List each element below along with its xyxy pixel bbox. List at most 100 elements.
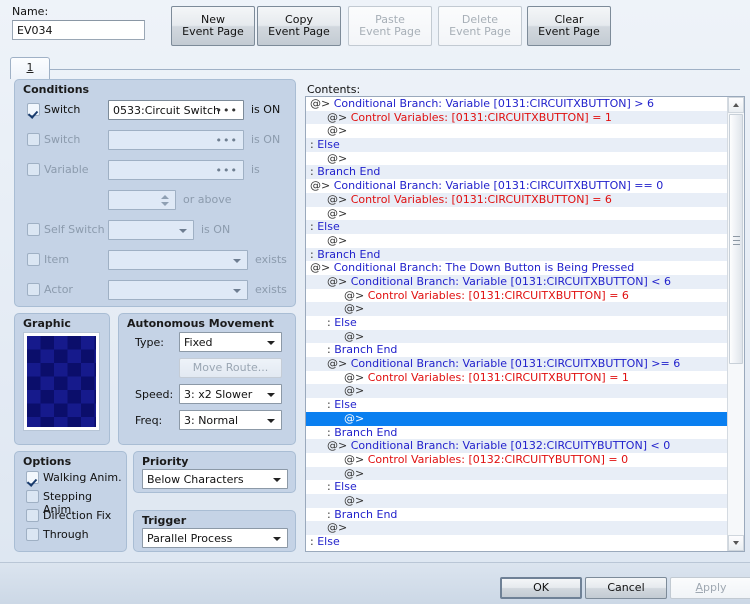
chevron-down-icon <box>233 259 241 263</box>
cancel-button[interactable]: Cancel <box>585 577 667 599</box>
condition-switch-0-label: Switch <box>44 103 81 116</box>
event-command-line[interactable]: @> <box>306 466 727 481</box>
command-marker-icon: @> <box>344 466 365 480</box>
apply-label-rest: pply <box>703 581 727 594</box>
tab-page-1[interactable]: 1 <box>10 57 50 79</box>
clear-event-page-button[interactable]: Clear Event Page <box>527 6 611 46</box>
event-name-input[interactable] <box>12 20 145 40</box>
option-through-checkbox[interactable] <box>26 528 39 541</box>
event-command-line[interactable]: : Else <box>306 398 727 412</box>
condition-variable-2-picker[interactable]: ••• <box>108 160 244 180</box>
event-command-line[interactable]: : Branch End <box>306 165 727 180</box>
event-command-line[interactable]: @> Control Variables: [0131:CIRCUITXBUTT… <box>306 371 727 385</box>
event-command-line[interactable]: @> Conditional Branch: Variable [0131:CI… <box>306 357 727 371</box>
condition-switch-0-checkbox[interactable] <box>27 103 40 116</box>
command-text: Branch End <box>317 247 381 261</box>
command-text: Control Variables: [0131:CIRCUITXBUTTON]… <box>367 370 629 384</box>
event-command-line[interactable]: @> <box>306 384 727 399</box>
event-command-line[interactable]: @> <box>306 152 727 166</box>
spinner-arrows-icon[interactable] <box>161 194 170 207</box>
graphic-title: Graphic <box>23 317 71 330</box>
command-text: Else <box>317 220 340 234</box>
event-command-line[interactable]: @> <box>306 521 727 535</box>
event-command-line[interactable]: @> <box>306 302 727 316</box>
event-command-line[interactable]: : Else <box>306 220 727 234</box>
contents-scrollbar[interactable] <box>727 97 744 551</box>
condition-variable-2-checkbox[interactable] <box>27 163 40 176</box>
event-command-rows: @> Conditional Branch: Variable [0131:CI… <box>306 97 727 549</box>
event-command-line[interactable]: : Else <box>306 535 727 549</box>
condition-self-switch-4-checkbox[interactable] <box>27 223 40 236</box>
condition-variable-value-spinner[interactable] <box>108 190 176 210</box>
event-command-line[interactable]: @> <box>306 124 727 138</box>
event-command-line[interactable]: @> Conditional Branch: Variable [0131:CI… <box>306 179 727 193</box>
condition-actor-6-checkbox[interactable] <box>27 283 40 296</box>
event-command-line[interactable]: @> Control Variables: [0131:CIRCUITXBUTT… <box>306 192 727 207</box>
priority-select[interactable]: Below Characters <box>142 469 288 489</box>
option-direction-fix-checkbox[interactable] <box>26 509 39 522</box>
event-command-line[interactable]: : Else <box>306 316 727 330</box>
new-event-page-button[interactable]: New Event Page <box>171 6 255 46</box>
event-command-line[interactable]: @> <box>306 411 727 426</box>
command-text: Control Variables: [0131:CIRCUITXBUTTON]… <box>350 110 612 124</box>
scrollbar-thumb[interactable] <box>729 114 743 364</box>
condition-actor-select[interactable] <box>108 280 248 300</box>
condition-switch-1-label: Switch <box>44 133 81 146</box>
ellipsis-icon[interactable]: ••• <box>216 165 238 176</box>
event-command-line[interactable]: @> <box>306 207 727 221</box>
condition-item-select[interactable] <box>108 250 248 270</box>
button-line-2: Event Page <box>182 25 244 38</box>
event-command-line[interactable]: @> Control Variables: [0131:CIRCUITXBUTT… <box>306 110 727 125</box>
event-command-line[interactable]: @> Control Variables: [0132:CIRCUITYBUTT… <box>306 453 727 467</box>
event-command-line[interactable]: : Branch End <box>306 426 727 440</box>
condition-self-switch-select[interactable] <box>108 220 194 240</box>
event-command-line[interactable]: : Branch End <box>306 343 727 357</box>
scroll-down-button[interactable] <box>728 535 744 551</box>
chevron-down-icon <box>273 478 281 482</box>
graphic-preview-frame[interactable] <box>23 332 100 431</box>
contents-label: Contents: <box>307 83 361 96</box>
character-sprite-image <box>27 336 96 427</box>
ok-button[interactable]: OK <box>500 577 582 599</box>
command-text: Conditional Branch: The Down Button is B… <box>333 261 635 275</box>
event-command-line[interactable]: @> <box>306 493 727 508</box>
event-command-line[interactable]: : Branch End <box>306 247 727 262</box>
condition-switch-0-picker[interactable]: 0533:Circuit Switch ••• <box>108 100 244 120</box>
event-command-line[interactable]: : Else <box>306 480 727 494</box>
move-route-button[interactable]: Move Route... <box>179 358 282 378</box>
movement-freq-select[interactable]: 3: Normal <box>179 410 282 430</box>
event-command-line[interactable]: @> Conditional Branch: Variable [0131:CI… <box>306 274 727 289</box>
movement-speed-select[interactable]: 3: x2 Slower <box>179 384 282 404</box>
event-command-line[interactable]: @> Conditional Branch: Variable [0131:CI… <box>306 97 727 111</box>
command-text: Branch End <box>334 507 398 521</box>
scroll-up-button[interactable] <box>728 97 744 113</box>
event-command-line[interactable]: : Else <box>306 138 727 152</box>
option-stepping-anim-checkbox[interactable] <box>26 490 39 503</box>
trigger-select[interactable]: Parallel Process <box>142 528 288 548</box>
movement-speed-label: Speed: <box>135 388 174 401</box>
event-command-line[interactable]: @> <box>306 234 727 248</box>
command-text: Control Variables: [0132:CIRCUITYBUTTON]… <box>367 452 629 466</box>
event-command-list[interactable]: @> Conditional Branch: Variable [0131:CI… <box>305 96 745 552</box>
condition-switch-1-suffix: is ON <box>251 133 281 146</box>
event-command-line[interactable]: : Branch End <box>306 508 727 522</box>
option-walking-anim-checkbox[interactable] <box>26 471 39 484</box>
condition-value-3-suffix: or above <box>183 193 232 206</box>
command-marker-icon: @> <box>310 179 334 193</box>
ellipsis-icon[interactable]: ••• <box>216 135 238 146</box>
priority-title: Priority <box>142 455 189 468</box>
condition-switch-1-checkbox[interactable] <box>27 133 40 146</box>
event-command-line[interactable]: @> Conditional Branch: Variable [0132:CI… <box>306 439 727 453</box>
copy-event-page-button[interactable]: Copy Event Page <box>257 6 341 46</box>
command-text: Conditional Branch: Variable [0131:CIRCU… <box>350 357 681 371</box>
condition-switch-1-picker[interactable]: ••• <box>108 130 244 150</box>
event-command-line[interactable]: @> Control Variables: [0131:CIRCUITXBUTT… <box>306 289 727 303</box>
ellipsis-icon[interactable]: ••• <box>216 105 238 116</box>
movement-type-select[interactable]: Fixed <box>179 332 282 352</box>
triangle-up-icon <box>733 103 739 107</box>
command-text: Control Variables: [0131:CIRCUITXBUTTON]… <box>367 288 629 302</box>
condition-actor-6-label: Actor <box>44 283 73 296</box>
event-command-line[interactable]: @> <box>306 329 727 344</box>
event-command-line[interactable]: @> Conditional Branch: The Down Button i… <box>306 261 727 275</box>
condition-item-5-checkbox[interactable] <box>27 253 40 266</box>
